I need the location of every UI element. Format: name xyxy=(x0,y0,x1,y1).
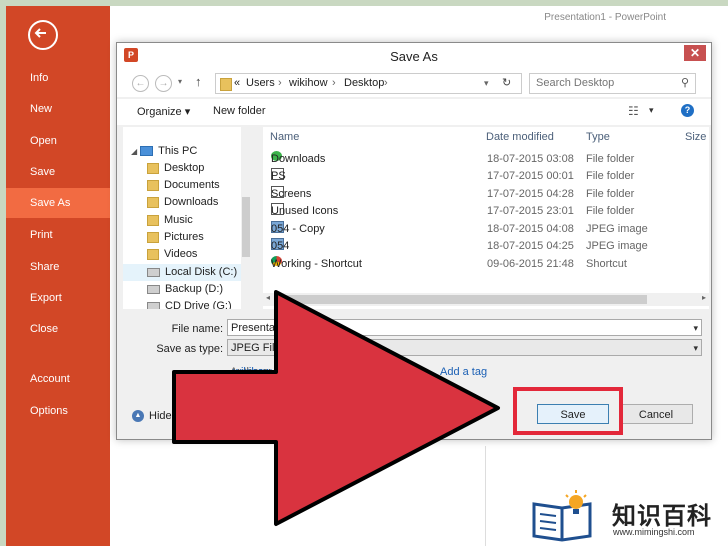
sidebar-item-options[interactable]: Options xyxy=(6,396,110,426)
sidebar-item-open[interactable]: Open xyxy=(6,126,110,156)
chevron-right-icon: › xyxy=(332,77,336,89)
disk-icon xyxy=(147,301,160,309)
folder-icon xyxy=(147,214,159,226)
chevron-right-icon: › xyxy=(278,77,282,89)
chevron-down-icon[interactable]: ▾ xyxy=(484,74,489,93)
file-row[interactable]: PS 17-07-2015 00:01 File folder xyxy=(263,168,709,185)
address-prefix: « xyxy=(234,77,241,89)
file-row[interactable]: Screens 17-07-2015 04:28 File folder xyxy=(263,186,709,203)
book-lightbulb-icon xyxy=(532,490,592,542)
folder-icon xyxy=(147,248,159,260)
organize-button[interactable]: Organize ▾ xyxy=(137,105,190,118)
chevron-down-icon: ◢ xyxy=(131,147,138,156)
backstage-sidebar: Info New Open Save Save As Print Share E… xyxy=(6,6,110,546)
dialog-title: Save As xyxy=(390,49,438,64)
app-title: Presentation1 - PowerPoint xyxy=(544,12,666,23)
refresh-icon[interactable]: ↻ xyxy=(502,74,511,93)
search-box[interactable]: ⚲ xyxy=(529,73,696,94)
arrow-up-icon: ↑ xyxy=(195,74,202,89)
arrow-left-icon: ← xyxy=(135,78,146,89)
disk-icon xyxy=(147,267,160,277)
search-icon[interactable]: ⚲ xyxy=(681,76,689,89)
folder-icon xyxy=(147,196,159,208)
history-dropdown-icon[interactable]: ▾ xyxy=(178,77,182,86)
address-part-desktop[interactable]: Desktop xyxy=(344,74,384,93)
arrow-right-icon xyxy=(172,290,500,526)
sidebar-item-new[interactable]: New xyxy=(6,94,110,124)
file-row[interactable]: Working - Shortcut 09-06-2015 21:48 Shor… xyxy=(263,256,709,273)
column-size[interactable]: Size xyxy=(685,131,706,143)
file-row[interactable]: 054 18-07-2015 04:25 JPEG image xyxy=(263,238,709,255)
watermark: 知识百科 www.mimingshi.com xyxy=(520,486,728,546)
address-part-wikihow[interactable]: wikihow xyxy=(289,74,328,93)
folder-icon xyxy=(147,231,159,243)
chevron-right-icon[interactable]: ▸ xyxy=(702,293,706,302)
address-part-users[interactable]: Users xyxy=(246,74,275,93)
column-date-modified[interactable]: Date modified xyxy=(486,131,554,143)
arrow-right-icon: → xyxy=(158,78,169,89)
navigation-bar: ← → ▾ ↑ « Users › wikihow › Desktop › ▾ … xyxy=(117,69,711,97)
tree-item-documents[interactable]: Documents xyxy=(147,177,220,194)
screenshot-frame: Info New Open Save Save As Print Share E… xyxy=(0,0,728,546)
sidebar-item-account[interactable]: Account xyxy=(6,364,110,394)
cancel-button[interactable]: Cancel xyxy=(619,404,693,424)
dialog-titlebar: P Save As ✕ xyxy=(117,43,711,69)
computer-icon xyxy=(140,146,154,157)
tree-item-videos[interactable]: Videos xyxy=(147,246,197,263)
up-folder-button[interactable]: ↑ xyxy=(195,74,202,89)
back-nav-button[interactable]: ← xyxy=(132,75,149,92)
scroll-thumb[interactable] xyxy=(242,197,250,257)
tree-item-music[interactable]: Music xyxy=(147,212,193,229)
watermark-title: 知识百科 xyxy=(612,502,712,530)
folder-icon xyxy=(220,78,232,91)
folder-icon xyxy=(147,162,159,174)
watermark-url: www.mimingshi.com xyxy=(613,527,695,537)
chevron-down-icon[interactable]: ▾ xyxy=(649,105,654,116)
close-button[interactable]: ✕ xyxy=(684,45,706,61)
sidebar-item-info[interactable]: Info xyxy=(6,63,110,93)
column-type[interactable]: Type xyxy=(586,131,610,143)
hide-folders-icon[interactable]: ▲ xyxy=(132,410,144,422)
dialog-toolbar: Organize ▾ New folder ☷ ▾ ? xyxy=(117,99,711,125)
close-icon: ✕ xyxy=(689,46,701,60)
sidebar-item-export[interactable]: Export xyxy=(6,283,110,313)
tree-item-local-disk[interactable]: Local Disk (C:) xyxy=(123,264,251,281)
save-highlight-box xyxy=(513,387,623,435)
file-row[interactable]: Downloads 18-07-2015 03:08 File folder xyxy=(263,151,709,168)
sidebar-item-print[interactable]: Print xyxy=(6,220,110,250)
new-folder-button[interactable]: New folder xyxy=(213,105,266,117)
file-row[interactable]: Unused Icons 17-07-2015 23:01 File folde… xyxy=(263,203,709,220)
search-input[interactable] xyxy=(530,74,676,91)
disk-icon xyxy=(147,284,160,294)
tree-item-this-pc[interactable]: ◢ This PC xyxy=(131,143,197,160)
help-icon[interactable]: ? xyxy=(681,104,694,117)
tree-item-downloads[interactable]: Downloads xyxy=(147,194,218,211)
sidebar-item-close[interactable]: Close xyxy=(6,314,110,344)
tree-item-desktop[interactable]: Desktop xyxy=(147,160,204,177)
sidebar-item-save[interactable]: Save xyxy=(6,157,110,187)
chevron-down-icon[interactable]: ▾ xyxy=(693,340,698,355)
forward-nav-button[interactable]: → xyxy=(155,75,172,92)
view-options-icon[interactable]: ☷ xyxy=(628,104,639,118)
sidebar-item-save-as[interactable]: Save As xyxy=(6,188,110,218)
chevron-right-icon: › xyxy=(384,77,388,89)
folder-icon xyxy=(147,179,159,191)
sidebar-item-share[interactable]: Share xyxy=(6,252,110,282)
address-bar[interactable]: « Users › wikihow › Desktop › ▾ ↻ xyxy=(215,73,522,94)
chevron-down-icon[interactable]: ▾ xyxy=(693,320,698,335)
back-arrow-icon xyxy=(34,28,46,38)
tree-item-pictures[interactable]: Pictures xyxy=(147,229,204,246)
column-name[interactable]: Name xyxy=(270,131,299,143)
back-button[interactable] xyxy=(28,20,58,50)
file-row[interactable]: 054 - Copy 18-07-2015 04:08 JPEG image xyxy=(263,221,709,238)
